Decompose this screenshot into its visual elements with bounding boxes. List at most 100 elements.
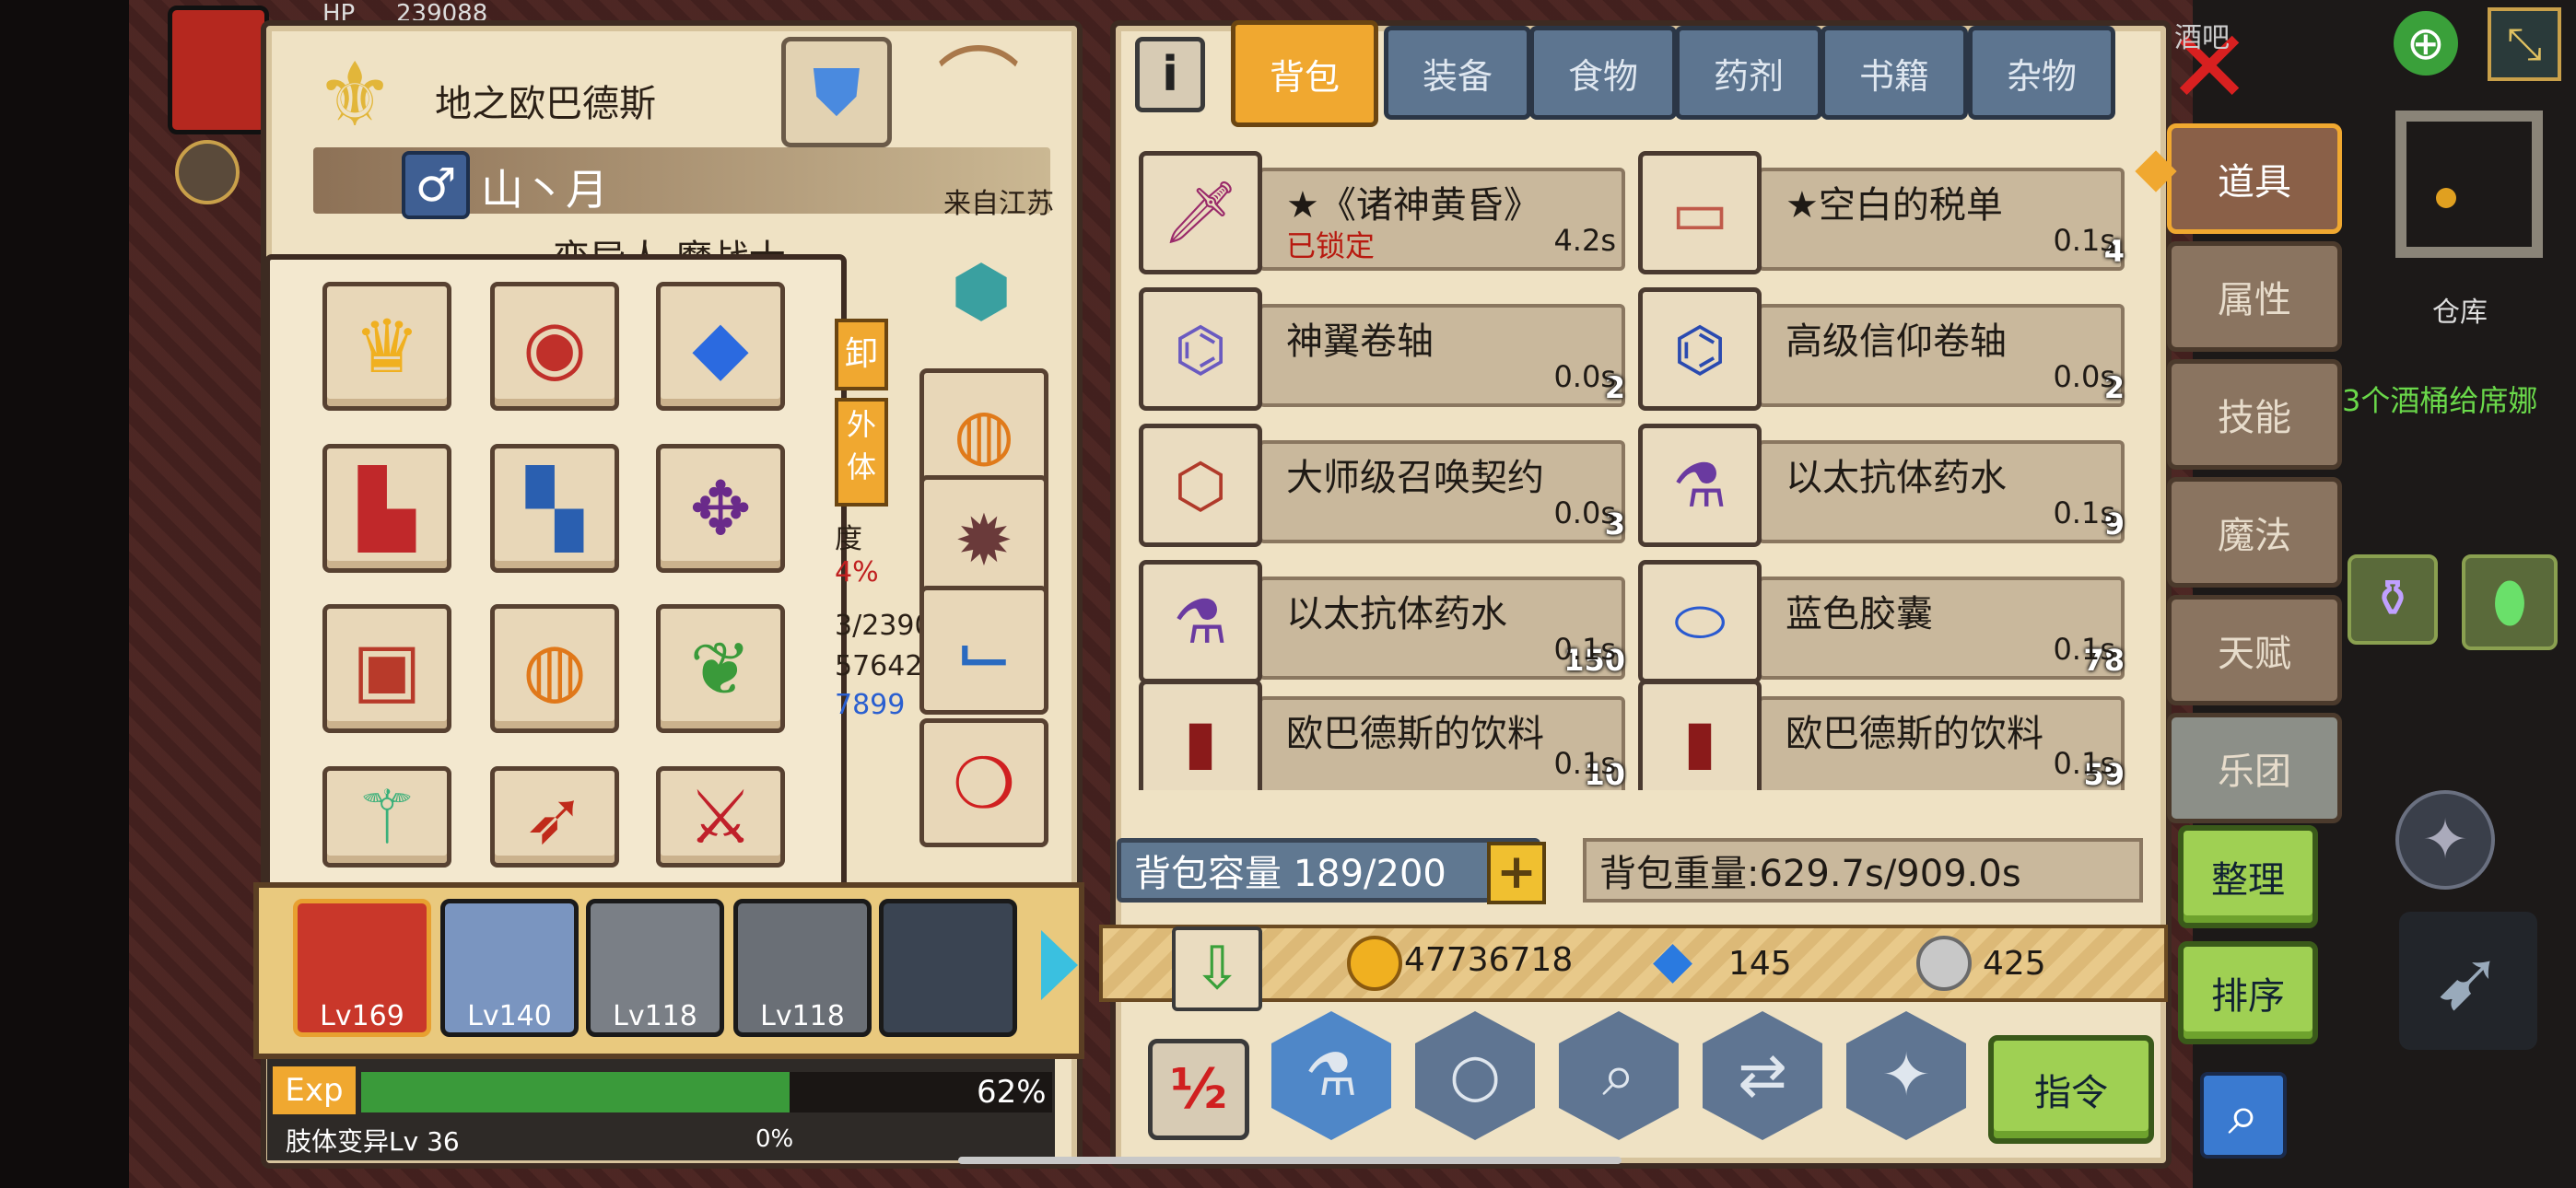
item-time: 0.0s [1553,495,1616,530]
inventory-item[interactable]: ▭ 4 ★空白的税单 0.1s [1638,151,2126,274]
bow-skill-button[interactable]: ➹ [2399,912,2537,1050]
party-next-arrow-icon[interactable] [1041,930,1078,1000]
tab-food[interactable]: 食物 [1529,26,1677,120]
inventory-item[interactable]: ⌬ 2 高级信仰卷轴 0.0s [1638,287,2126,411]
tab-books[interactable]: 书籍 [1821,26,1968,120]
side-tab-attributes[interactable]: 属性 [2167,241,2342,352]
blue-boot-icon[interactable]: ⌙ [919,586,1048,715]
bag-weight-text: 背包重量:629.7s/909.0s [1599,853,2021,895]
page-toggle-button[interactable]: ½ [1148,1039,1249,1140]
item-name: 以太抗体药水 [1286,593,1507,635]
dpad-button[interactable]: ✦ [2395,790,2495,890]
wine-bottle-icon[interactable]: ⚱ [2348,554,2438,645]
player-avatar[interactable] [168,6,269,134]
party-level-1: Lv169 [320,1000,404,1032]
appearance-button[interactable]: 外体 [835,398,888,507]
inventory-item[interactable]: ⬭ 78 蓝色胶囊 0.1s [1638,560,2126,683]
gold-coin-icon [1347,936,1402,991]
item-name: 蓝色胶囊 [1786,593,1933,635]
stat-line-2: 57642 [835,650,923,682]
item-name: 高级信仰卷轴 [1786,320,2007,363]
blue-cape-icon[interactable]: ▚ [490,444,619,573]
side-tab-skills[interactable]: 技能 [2167,359,2342,470]
item-time: 0.1s [2053,632,2115,667]
fire-spear-icon[interactable]: ➶ [490,766,619,868]
green-staff-icon[interactable]: ⚚ [322,766,451,868]
side-tab-band[interactable]: 乐团 [2167,713,2342,823]
item-time: 0.1s [1553,746,1616,781]
inventory-item[interactable]: ▮ 10 欧巴德斯的饮料 0.1s [1139,680,1627,790]
gauntlet-icon[interactable]: ▣ [322,604,451,733]
expand-capacity-button[interactable]: + [1487,842,1546,904]
inventory-item[interactable]: ⚗ 150 以太抗体药水 0.1s [1139,560,1627,683]
inventory-item[interactable]: 🗡 ★《诸神黄昏》 已锁定 4.2s [1139,151,1627,274]
organize-button[interactable]: 整理 [2178,825,2318,928]
search-icon[interactable]: ⌕ [2200,1072,2287,1159]
wardrobe-hanger-icon[interactable]: ⌒ [905,37,1052,138]
side-tab-talents[interactable]: 天赋 [2167,595,2342,705]
trophy-icon[interactable]: ⛊ [781,37,892,147]
quest-tracker-text[interactable]: 3个酒桶给席娜 [2342,378,2537,420]
inventory-item[interactable]: ⌬ 2 神翼卷轴 0.0s [1139,287,1627,411]
item-name: 神翼卷轴 [1286,320,1434,363]
silver-amount: 425 [1983,945,2046,983]
item-name: 以太抗体药水 [1786,457,2007,499]
party-member-4[interactable]: Lv118 [733,899,872,1037]
tab-equipment[interactable]: 装备 [1384,26,1531,120]
world-shadow-left [0,0,129,1188]
red-axe-icon[interactable]: ⚔ [656,766,785,868]
bag-capacity: 背包容量 189/200 [1117,838,1540,903]
egg-icon[interactable]: ⬮ [2462,554,2558,650]
item-time: 0.0s [2053,359,2115,394]
stat-line-3: 7899 [835,689,906,721]
crystal-gem-icon[interactable]: ⬢ [921,230,1041,350]
dark-wings-icon[interactable]: ✥ [656,444,785,573]
party-member-1[interactable]: Lv169 [293,899,431,1037]
capsule-icon: ⬭ [1638,560,1762,683]
stat-label: 度 [835,523,862,555]
side-tab-magic[interactable]: 魔法 [2167,477,2342,588]
gem-icon: ◆ [1653,930,1693,990]
inventory-item[interactable]: ▮ 59 欧巴德斯的饮料 0.1s [1638,680,2126,790]
buff-icon[interactable] [175,140,240,204]
red-ring-icon[interactable]: ❍ [919,718,1048,847]
item-time: 0.1s [2053,223,2115,258]
pumpkin-shield-icon[interactable]: ◍ [490,604,619,733]
item-locked-label: 已锁定 [1286,228,1376,263]
spiked-armor-icon[interactable]: ✹ [919,475,1048,604]
exp-bar-fill [361,1072,790,1112]
eye-amulet-icon[interactable]: ◉ [490,282,619,411]
inventory-item[interactable]: ⚗ 9 以太抗体药水 0.1s [1638,424,2126,547]
minimap[interactable] [2395,111,2543,258]
exp-label: Exp [273,1066,356,1114]
item-name: 欧巴德斯的饮料 [1786,713,2043,755]
warehouse-label: 仓库 [2432,297,2488,329]
deposit-icon[interactable]: ⇩ [1172,926,1262,1011]
crown-icon[interactable]: ♛ [322,282,451,411]
info-icon[interactable]: i [1135,37,1205,112]
silver-coin-icon [1916,936,1972,991]
sword-icon: 🗡 [1139,151,1262,274]
drink-icon: ▮ [1139,680,1262,790]
pumpkin-vine-icon[interactable]: ❦ [656,604,785,733]
unequip-button[interactable]: 卸 [835,319,888,390]
tab-potions[interactable]: 药剂 [1675,26,1822,120]
red-armor-icon[interactable]: ▙ [322,444,451,573]
tab-misc[interactable]: 杂物 [1968,26,2115,120]
exit-fullscreen-icon[interactable]: ⤡ [2488,7,2561,81]
sort-button[interactable]: 排序 [2178,941,2318,1044]
tab-bag[interactable]: 背包 [1231,20,1378,127]
party-member-empty[interactable] [879,899,1017,1037]
party-member-3[interactable]: Lv118 [586,899,724,1037]
contract-icon: ⬡ [1139,424,1262,547]
command-button[interactable]: 指令 [1988,1035,2154,1144]
inventory-item[interactable]: ⬡ 3 大师级召唤契约 0.0s [1139,424,1627,547]
network-globe-icon[interactable]: ⊕ [2394,11,2458,76]
bag-weight: 背包重量:629.7s/909.0s [1583,838,2143,903]
mutation-percent: 0% [755,1125,794,1153]
sapphire-icon[interactable]: ◆ [656,282,785,411]
character-name: 山丶月 [481,165,608,215]
drink-icon: ▮ [1638,680,1762,790]
party-member-2[interactable]: Lv140 [440,899,579,1037]
side-tab-items[interactable]: 道具 [2167,123,2342,234]
